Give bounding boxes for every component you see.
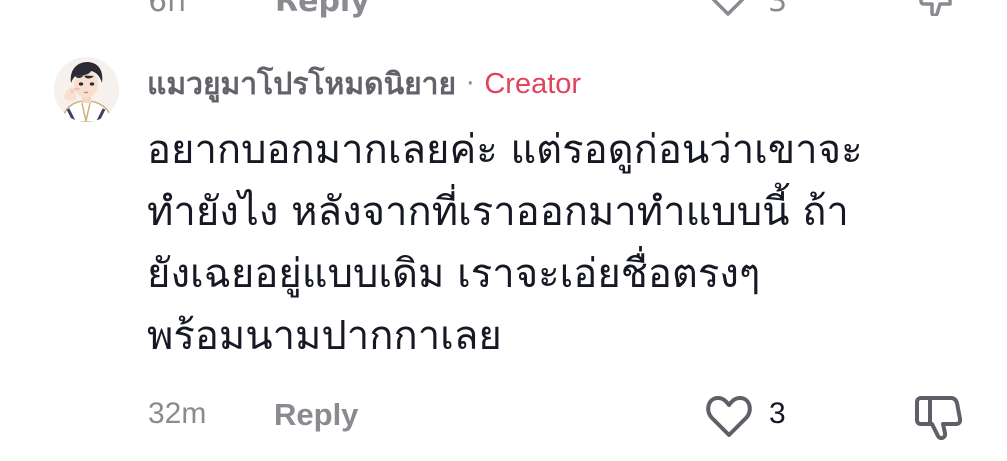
thumbs-down-icon: [919, 0, 952, 18]
reply-button[interactable]: Reply: [274, 397, 358, 433]
like-button[interactable]: [704, 393, 754, 439]
heart-outline-icon: [706, 396, 752, 437]
comment-line: พร้อมนามปากกาเลย: [147, 313, 502, 359]
creator-badge: Creator: [484, 67, 582, 100]
comment-line: ทำยังไง หลังจากที่เราออกมาทำแบบนี้ ถ้า: [147, 189, 849, 235]
like-count: 3: [769, 397, 786, 430]
anime-boy-avatar-icon: [54, 57, 119, 122]
comment-actions: 32m Reply 3: [0, 393, 1007, 441]
heart-outline-icon: [711, 0, 745, 16]
thumbs-down-icon: [915, 396, 963, 441]
dislike-button[interactable]: [912, 393, 964, 441]
comment-header: แมวยูมาโปรโหมดนิยาย · Creator: [147, 62, 581, 106]
previous-comment-actions: 6h Reply 3: [0, 0, 1007, 19]
previous-like-count: 3: [768, 0, 788, 19]
comment-line: ยังเฉยอยู่แบบเดิม เราจะเอ่ยชื่อตรงๆ: [147, 251, 761, 297]
comment-thread: 6h Reply 3 แมวยูมาโปรโหมดนิยาย · Creator…: [0, 0, 1007, 461]
previous-comment-timestamp: 6h: [148, 0, 187, 19]
previous-dislike-button[interactable]: [918, 0, 954, 18]
avatar[interactable]: [54, 57, 119, 122]
comment-text: อยากบอกมากเลยค่ะ แต่รอดูก่อนว่าเขาจะ ทำย…: [147, 119, 977, 367]
previous-reply-button[interactable]: Reply: [275, 0, 370, 19]
comment-timestamp: 32m: [148, 397, 207, 430]
comment-line: อยากบอกมากเลยค่ะ แต่รอดูก่อนว่าเขาจะ: [147, 127, 863, 173]
previous-like-button[interactable]: [708, 0, 748, 16]
separator-dot: ·: [466, 69, 475, 99]
username[interactable]: แมวยูมาโปรโหมดนิยาย: [147, 61, 456, 108]
